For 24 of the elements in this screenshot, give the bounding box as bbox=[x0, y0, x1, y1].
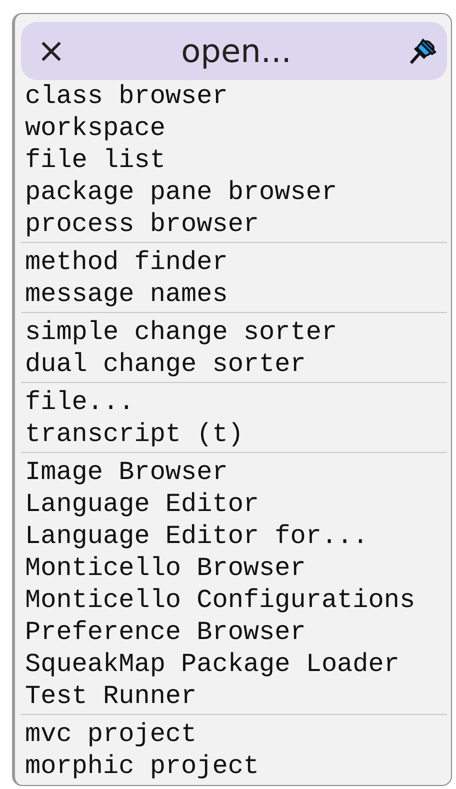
menu-item[interactable]: workspace bbox=[21, 112, 447, 144]
menu-item[interactable]: Test Runner bbox=[21, 680, 447, 712]
menu-item[interactable]: Monticello Configurations bbox=[21, 584, 447, 616]
menu-title: open... bbox=[180, 32, 292, 70]
menu-item[interactable]: Language Editor bbox=[21, 488, 447, 520]
menu-item[interactable]: transcript (t) bbox=[21, 418, 447, 450]
menu-item[interactable]: process browser bbox=[21, 208, 447, 240]
menu-item[interactable]: SqueakMap Package Loader bbox=[21, 648, 447, 680]
pushpin-icon[interactable] bbox=[407, 36, 437, 66]
menu-item[interactable]: simple change sorter bbox=[21, 316, 447, 348]
menu-item[interactable]: class browser bbox=[21, 80, 447, 112]
menu-item[interactable]: dual change sorter bbox=[21, 348, 447, 380]
menu-item[interactable]: Preference Browser bbox=[21, 616, 447, 648]
menu-item[interactable]: package pane browser bbox=[21, 176, 447, 208]
menu-item[interactable]: mvc project bbox=[21, 718, 447, 750]
menu-item[interactable]: Image Browser bbox=[21, 456, 447, 488]
close-button[interactable]: × bbox=[37, 34, 66, 68]
menu-item[interactable]: Language Editor for... bbox=[21, 520, 447, 552]
menu-item[interactable]: file list bbox=[21, 144, 447, 176]
menu-item[interactable]: file... bbox=[21, 386, 447, 418]
menu-item[interactable]: message names bbox=[21, 278, 447, 310]
menu-item[interactable]: method finder bbox=[21, 246, 447, 278]
menu-item[interactable]: morphic project bbox=[21, 750, 447, 782]
menu-item[interactable]: Monticello Browser bbox=[21, 552, 447, 584]
